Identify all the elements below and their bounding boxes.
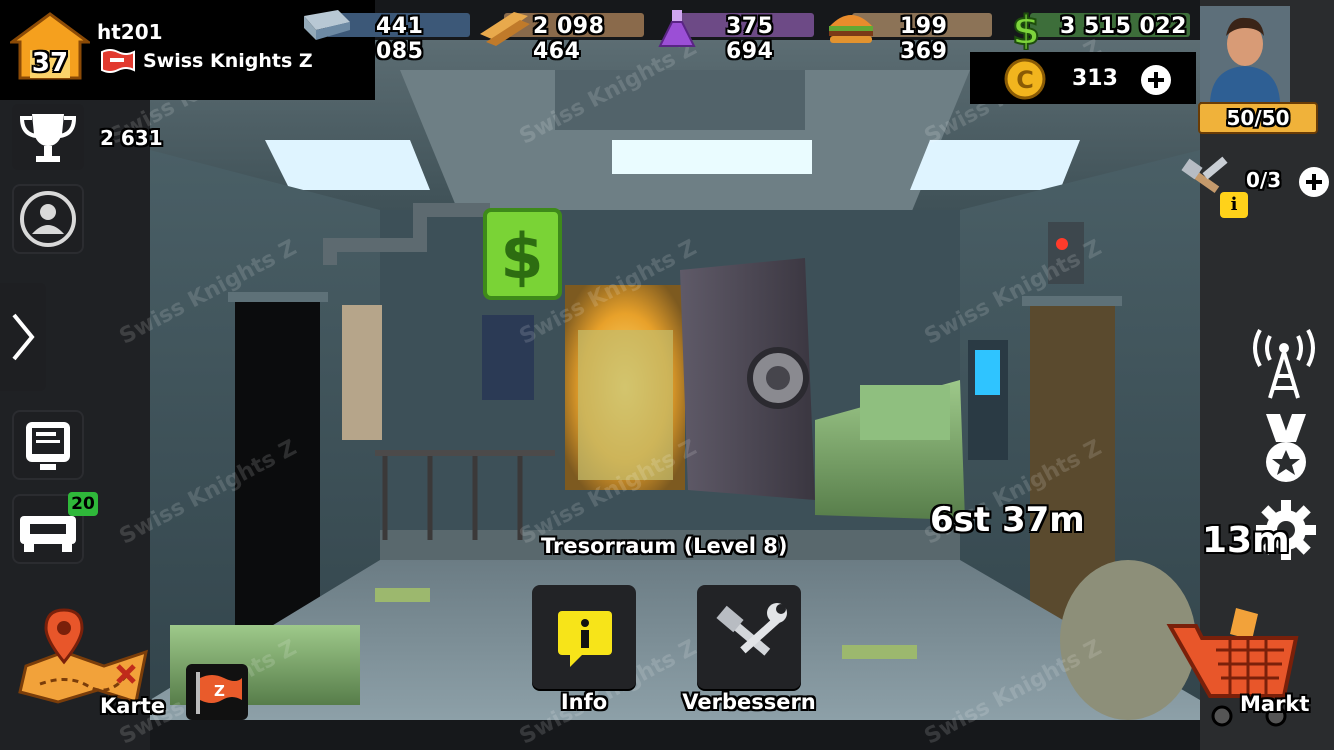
add-builder-button[interactable] bbox=[1298, 166, 1330, 198]
svg-text:$: $ bbox=[1012, 8, 1040, 50]
profile-icon bbox=[20, 191, 76, 247]
info-button[interactable] bbox=[532, 585, 636, 689]
map-icon bbox=[18, 608, 148, 704]
player-level: 37 bbox=[31, 48, 69, 78]
market-button[interactable]: Markt bbox=[1166, 604, 1316, 730]
computer-icon bbox=[26, 422, 70, 470]
trophy-icon bbox=[19, 114, 77, 162]
energy-indicator: 50/50 bbox=[1198, 102, 1318, 134]
side-timer: 13m bbox=[1202, 520, 1290, 561]
svg-text:$: $ bbox=[500, 220, 543, 293]
garage-badge: 20 bbox=[68, 492, 98, 516]
avatar[interactable] bbox=[1200, 6, 1290, 102]
plus-icon bbox=[1141, 65, 1171, 95]
trophy-button[interactable] bbox=[12, 104, 84, 170]
resource-wood[interactable]: 2 098 464 bbox=[478, 8, 648, 64]
trophy-count: 2 631 bbox=[100, 126, 163, 150]
svg-text:C: C bbox=[1016, 66, 1034, 94]
burger-icon bbox=[826, 8, 873, 46]
home-level-icon: 37 bbox=[7, 12, 93, 80]
computer-button[interactable] bbox=[12, 410, 84, 480]
info-icon bbox=[558, 611, 612, 667]
profile-button[interactable] bbox=[12, 184, 84, 254]
steel-icon bbox=[298, 8, 350, 46]
map-label: Karte bbox=[100, 694, 166, 718]
upgrade-button[interactable] bbox=[697, 585, 801, 689]
wood-value: 2 098 464 bbox=[533, 14, 605, 64]
plus-icon bbox=[1299, 167, 1329, 197]
upgrade-timer: 6st 37m bbox=[930, 500, 1085, 540]
wood-icon bbox=[478, 8, 530, 46]
builder-info-badge: i bbox=[1220, 192, 1248, 218]
builders-value: 0/3 bbox=[1246, 168, 1282, 192]
resource-bar: 441 085 2 098 464 375 694 199 369 $ 3 51… bbox=[298, 0, 1198, 64]
medal-icon bbox=[1266, 414, 1306, 482]
cash-value: 3 515 022 bbox=[1060, 14, 1187, 39]
builders-counter[interactable]: i 0/3 bbox=[1178, 152, 1334, 218]
resource-steel[interactable]: 441 085 bbox=[298, 8, 473, 64]
resource-chemicals[interactable]: 375 694 bbox=[656, 8, 816, 64]
coin-value: 313 bbox=[1072, 66, 1118, 91]
chemical-flask-icon bbox=[656, 8, 698, 47]
player-name: ht201 bbox=[97, 20, 163, 44]
chemicals-value: 375 694 bbox=[726, 14, 774, 64]
hammer-wrench-icon bbox=[716, 603, 787, 656]
resource-cash[interactable]: $ 3 515 022 bbox=[1008, 7, 1198, 55]
game-screen: $ Swiss Knights Z Swiss Knights Z Swiss … bbox=[0, 0, 1334, 750]
flag-icon bbox=[100, 48, 136, 74]
dollar-icon: $ bbox=[1008, 7, 1050, 55]
clan-flag-button[interactable]: Z bbox=[186, 664, 248, 720]
garage-button[interactable]: 20 bbox=[12, 492, 98, 564]
vault-room-scene[interactable]: $ bbox=[0, 0, 1334, 750]
coin-counter: C 313 bbox=[970, 52, 1196, 104]
info-label: Info bbox=[560, 690, 608, 714]
room-title: Tresorraum (Level 8) bbox=[541, 534, 788, 558]
radio-tower-button[interactable] bbox=[1244, 324, 1324, 402]
clan-name: Swiss Knights Z bbox=[143, 50, 313, 72]
resource-food[interactable]: 199 369 bbox=[826, 8, 996, 64]
map-button[interactable]: Karte bbox=[18, 606, 165, 720]
upgrade-label: Verbessern bbox=[682, 690, 816, 714]
market-label: Markt bbox=[1240, 692, 1310, 716]
steel-value: 441 085 bbox=[376, 14, 424, 64]
expand-menu-button[interactable] bbox=[0, 283, 46, 391]
chevron-right-icon bbox=[12, 313, 35, 361]
radio-tower-icon bbox=[1253, 329, 1315, 399]
flag-badge: Z bbox=[214, 682, 225, 700]
coin-icon: C bbox=[1004, 58, 1046, 100]
medal-button[interactable] bbox=[1252, 412, 1320, 490]
add-coins-button[interactable] bbox=[1140, 64, 1172, 96]
